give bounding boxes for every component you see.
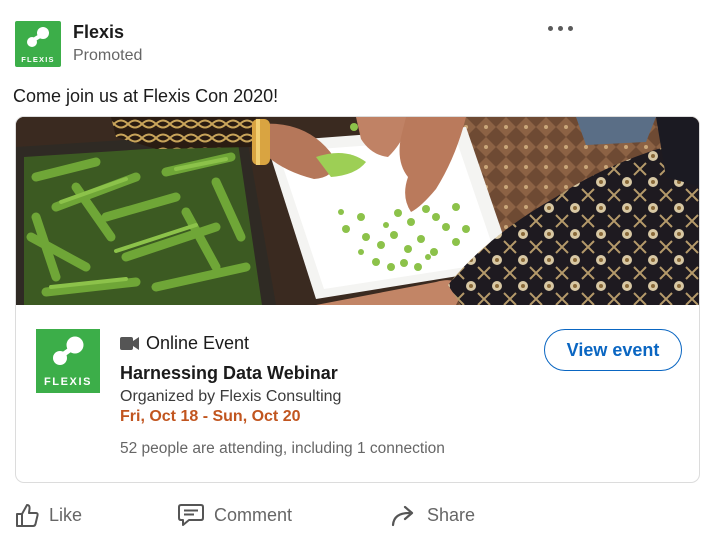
- event-logo-text: FLEXIS: [43, 376, 93, 388]
- flexis-mark-icon: [27, 27, 49, 47]
- event-dates: Fri, Oct 18 - Sun, Oct 20: [120, 408, 301, 425]
- share-button[interactable]: Share: [390, 500, 475, 530]
- event-organizer-logo[interactable]: FLEXIS: [36, 329, 100, 393]
- event-card[interactable]: FLEXIS Online Event Harnessing Data Webi…: [15, 116, 700, 483]
- more-dot: [558, 26, 563, 31]
- event-type-label: Online Event: [146, 332, 250, 353]
- like-label: Like: [49, 504, 83, 525]
- event-title[interactable]: Harnessing Data Webinar: [120, 363, 338, 384]
- more-horizontal-icon: [548, 26, 553, 31]
- video-camera-icon: [120, 336, 139, 350]
- company-logo[interactable]: FLEXIS: [15, 21, 61, 67]
- event-attendance: 52 people are attending, including 1 con…: [120, 440, 445, 457]
- thumbs-up-icon: [16, 504, 39, 527]
- comment-label: Comment: [214, 504, 293, 525]
- event-cover-image: [16, 117, 699, 305]
- post-body-text: Come join us at Flexis Con 2020!: [13, 86, 279, 106]
- feed-post: FLEXIS Flexis Promoted Come join us at F…: [0, 0, 714, 545]
- event-organizer: Organized by Flexis Consulting: [120, 388, 342, 405]
- share-arrow-icon: [391, 505, 414, 527]
- flexis-mark-icon: [53, 336, 84, 365]
- company-logo-text: FLEXIS: [21, 55, 55, 64]
- share-label: Share: [427, 504, 476, 525]
- event-type: Online Event: [120, 332, 249, 354]
- more-dot: [568, 26, 573, 31]
- like-button[interactable]: Like: [14, 500, 82, 530]
- promoted-label: Promoted: [73, 47, 143, 64]
- comment-button[interactable]: Comment: [177, 500, 292, 530]
- company-name[interactable]: Flexis: [73, 22, 124, 43]
- view-event-button[interactable]: View event: [544, 329, 682, 371]
- more-options-button[interactable]: [541, 18, 581, 40]
- comment-icon: [178, 504, 204, 526]
